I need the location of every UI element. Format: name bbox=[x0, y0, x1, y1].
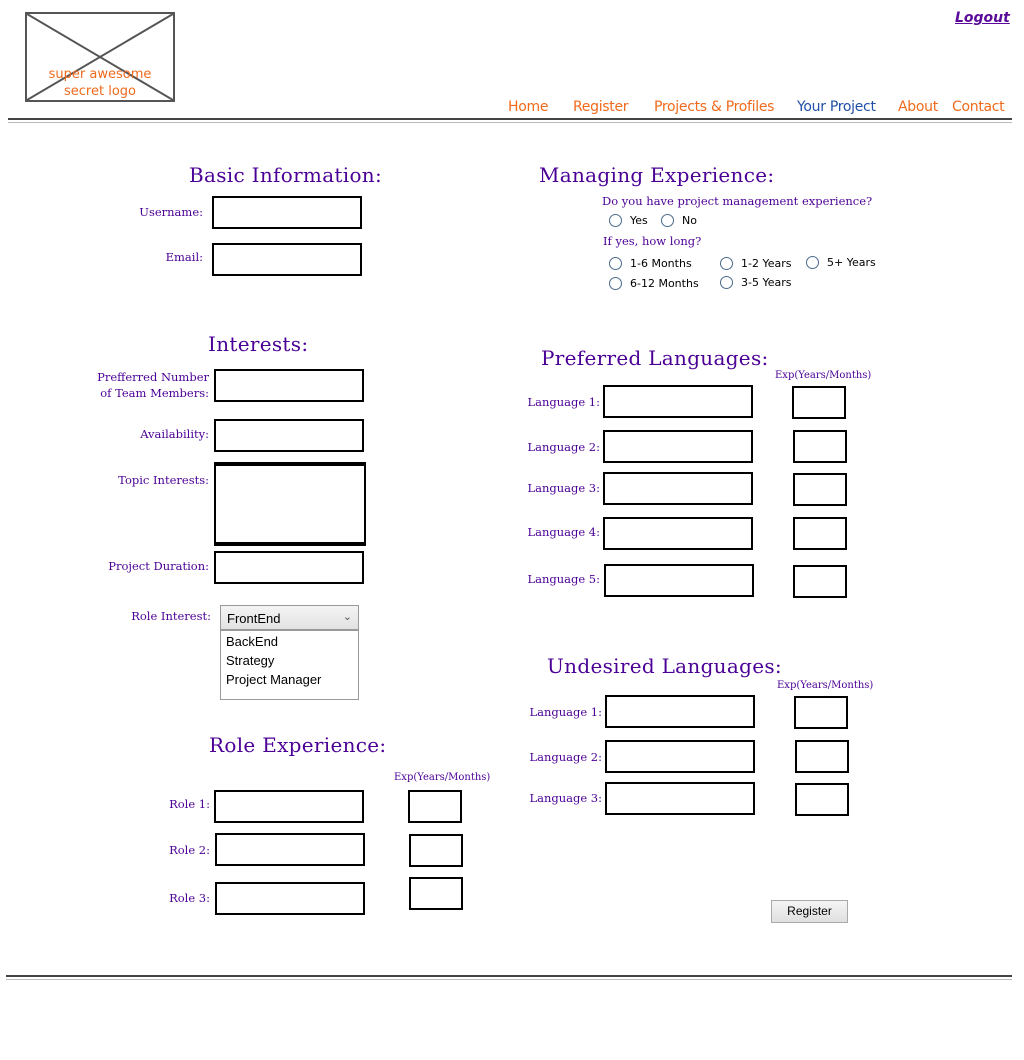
nav-register[interactable]: Register bbox=[573, 99, 629, 115]
topic-interests-label: Topic Interests: bbox=[118, 473, 209, 487]
radio-1-2-years[interactable]: 1-2 Years bbox=[720, 257, 791, 270]
nav-about[interactable]: About bbox=[898, 99, 938, 115]
radio-circle-icon bbox=[720, 257, 733, 270]
email-label: Email: bbox=[165, 250, 203, 264]
preferred-language-5-label: Language 5: bbox=[527, 572, 600, 586]
radio-yes[interactable]: Yes bbox=[609, 214, 648, 227]
preferred-language-4-label: Language 4: bbox=[527, 525, 600, 539]
preferred-language-1-exp-input[interactable] bbox=[792, 386, 846, 419]
chevron-down-icon: ⌄ bbox=[342, 611, 352, 623]
preferred-language-1-label: Language 1: bbox=[527, 395, 600, 409]
preferred-language-3-label: Language 3: bbox=[527, 481, 600, 495]
radio-1-6-months[interactable]: 1-6 Months bbox=[609, 257, 692, 270]
role-option-project-manager[interactable]: Project Manager bbox=[226, 670, 353, 689]
role-option-strategy[interactable]: Strategy bbox=[226, 651, 353, 670]
role-1-exp-input[interactable] bbox=[408, 790, 462, 823]
register-button[interactable]: Register bbox=[771, 900, 848, 923]
radio-no[interactable]: No bbox=[661, 214, 697, 227]
undesired-languages-heading: Undesired Languages: bbox=[547, 654, 782, 678]
nav-contact[interactable]: Contact bbox=[952, 99, 1005, 115]
role-2-input[interactable] bbox=[215, 833, 365, 866]
preferred-language-5-exp-input[interactable] bbox=[793, 565, 847, 598]
undesired-language-1-exp-input[interactable] bbox=[794, 696, 848, 729]
role-3-input[interactable] bbox=[215, 882, 365, 915]
how-long-question: If yes, how long? bbox=[603, 234, 702, 248]
undesired-language-1-input[interactable] bbox=[605, 695, 755, 728]
team-size-label: Prefferred Number of Team Members: bbox=[97, 370, 209, 400]
undesired-exp-column-label: Exp(Years/Months) bbox=[777, 680, 874, 691]
role-2-label: Role 2: bbox=[169, 843, 210, 857]
preferred-language-4-input[interactable] bbox=[603, 517, 753, 550]
header-divider bbox=[8, 118, 1012, 123]
email-input[interactable] bbox=[212, 243, 362, 276]
basic-info-heading: Basic Information: bbox=[189, 163, 383, 187]
username-input[interactable] bbox=[212, 196, 362, 229]
logo-placeholder: super awesome secret logo bbox=[25, 12, 175, 102]
preferred-language-2-input[interactable] bbox=[603, 430, 753, 463]
radio-3-5-years[interactable]: 3-5 Years bbox=[720, 276, 791, 289]
undesired-language-2-exp-input[interactable] bbox=[795, 740, 849, 773]
role-3-exp-input[interactable] bbox=[409, 877, 463, 910]
nav-home[interactable]: Home bbox=[508, 99, 548, 115]
radio-5-plus-years[interactable]: 5+ Years bbox=[806, 256, 876, 269]
undesired-language-3-exp-input[interactable] bbox=[795, 783, 849, 816]
role-3-label: Role 3: bbox=[169, 891, 210, 905]
preferred-language-5-input[interactable] bbox=[604, 564, 754, 597]
radio-circle-icon bbox=[609, 277, 622, 290]
radio-6-12-months[interactable]: 6-12 Months bbox=[609, 277, 699, 290]
preferred-language-2-label: Language 2: bbox=[527, 440, 600, 454]
role-interest-label: Role Interest: bbox=[131, 609, 211, 623]
interests-heading: Interests: bbox=[208, 332, 309, 356]
role-2-exp-input[interactable] bbox=[409, 834, 463, 867]
preferred-language-1-input[interactable] bbox=[603, 385, 753, 418]
role-option-backend[interactable]: BackEnd bbox=[226, 632, 353, 651]
availability-label: Availability: bbox=[140, 427, 209, 441]
undesired-language-1-label: Language 1: bbox=[529, 705, 602, 719]
preferred-language-4-exp-input[interactable] bbox=[793, 517, 847, 550]
preferred-language-3-input[interactable] bbox=[603, 472, 753, 505]
pm-experience-question: Do you have project management experienc… bbox=[602, 194, 873, 208]
team-size-input[interactable] bbox=[214, 369, 364, 402]
role-1-label: Role 1: bbox=[169, 797, 210, 811]
preferred-language-2-exp-input[interactable] bbox=[793, 430, 847, 463]
availability-input[interactable] bbox=[214, 419, 364, 452]
logout-link[interactable]: Logout bbox=[955, 10, 1010, 26]
project-duration-input[interactable] bbox=[214, 551, 364, 584]
footer-divider bbox=[6, 975, 1012, 980]
nav-projects-profiles[interactable]: Projects & Profiles bbox=[654, 99, 774, 115]
role-interest-select[interactable]: FrontEnd ⌄ bbox=[220, 605, 359, 630]
undesired-language-3-input[interactable] bbox=[605, 782, 755, 815]
radio-circle-icon bbox=[806, 256, 819, 269]
username-label: Username: bbox=[139, 205, 203, 219]
project-duration-label: Project Duration: bbox=[108, 559, 209, 573]
managing-experience-heading: Managing Experience: bbox=[539, 163, 775, 187]
undesired-language-2-input[interactable] bbox=[605, 740, 755, 773]
role-experience-heading: Role Experience: bbox=[209, 733, 387, 757]
undesired-language-3-label: Language 3: bbox=[529, 791, 602, 805]
role-interest-options: BackEnd Strategy Project Manager bbox=[220, 630, 359, 700]
role-1-input[interactable] bbox=[214, 790, 364, 823]
undesired-language-2-label: Language 2: bbox=[529, 750, 602, 764]
topic-interests-textarea[interactable] bbox=[214, 462, 366, 546]
preferred-exp-column-label: Exp(Years/Months) bbox=[775, 370, 872, 381]
radio-circle-icon bbox=[720, 276, 733, 289]
radio-circle-icon bbox=[609, 257, 622, 270]
preferred-languages-heading: Preferred Languages: bbox=[541, 346, 769, 370]
role-exp-column-label: Exp(Years/Months) bbox=[394, 772, 491, 783]
preferred-language-3-exp-input[interactable] bbox=[793, 473, 847, 506]
radio-circle-icon bbox=[661, 214, 674, 227]
radio-circle-icon bbox=[609, 214, 622, 227]
logo-text: super awesome secret logo bbox=[48, 67, 152, 99]
nav-your-project[interactable]: Your Project bbox=[797, 99, 876, 115]
